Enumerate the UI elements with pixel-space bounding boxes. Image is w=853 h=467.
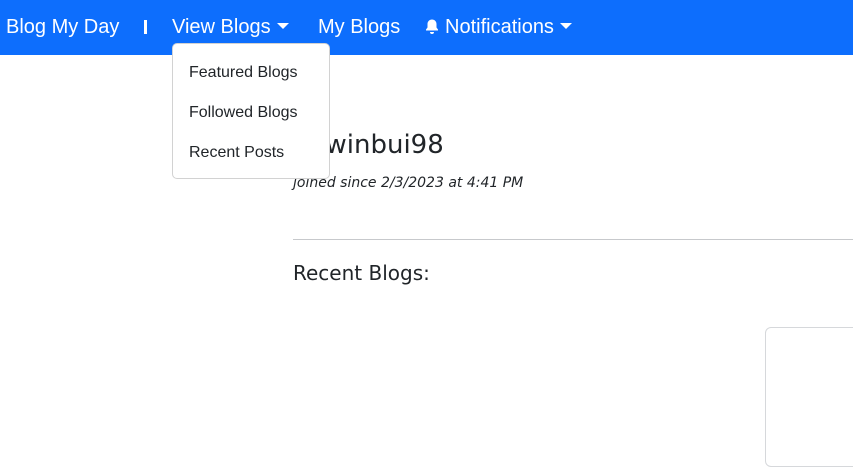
- notifications-label: Notifications: [445, 16, 554, 38]
- brand-link[interactable]: Blog My Day: [6, 15, 119, 39]
- chevron-down-icon: [559, 23, 572, 29]
- chevron-down-icon: [276, 23, 289, 29]
- notifications-dropdown-toggle[interactable]: Notifications: [425, 15, 572, 39]
- view-blogs-dropdown-menu: Featured Blogs Followed Blogs Recent Pos…: [172, 43, 330, 179]
- blog-card[interactable]: [765, 327, 853, 467]
- my-blogs-link[interactable]: My Blogs: [318, 15, 400, 39]
- dropdown-item-featured-blogs[interactable]: Featured Blogs: [189, 63, 298, 83]
- dropdown-item-followed-blogs[interactable]: Followed Blogs: [189, 103, 298, 123]
- top-navbar: Blog My Day View Blogs My Blogs Notifica…: [0, 0, 853, 55]
- view-blogs-label: View Blogs: [172, 16, 271, 38]
- nav-separator: [144, 20, 147, 34]
- recent-blogs-heading: Recent Blogs:: [293, 261, 430, 285]
- dropdown-item-recent-posts[interactable]: Recent Posts: [189, 143, 284, 163]
- view-blogs-dropdown-toggle[interactable]: View Blogs: [172, 15, 289, 39]
- bell-icon: [426, 19, 438, 34]
- section-divider: [293, 239, 853, 240]
